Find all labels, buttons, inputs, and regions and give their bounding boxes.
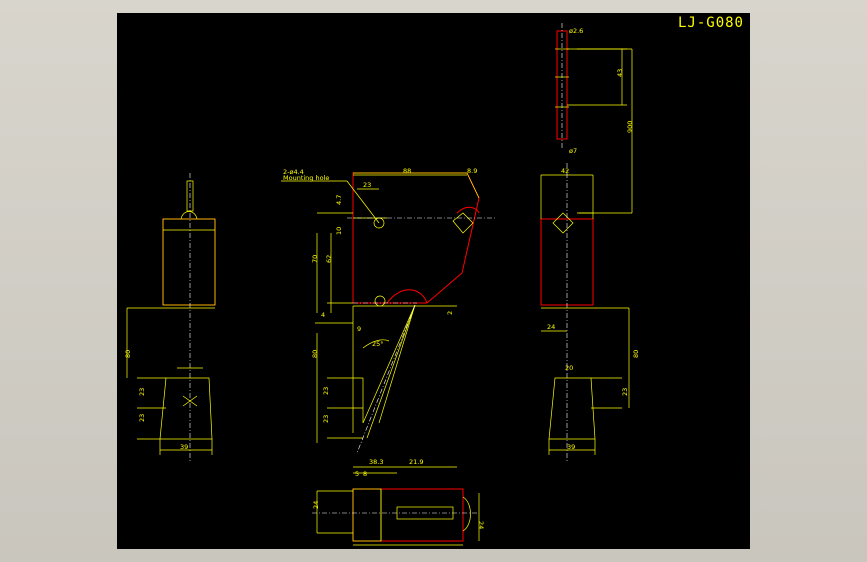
dim-80-mid: 80 [311, 350, 319, 358]
dim-2: 2 [446, 311, 454, 315]
dim-8: 8 [363, 470, 367, 478]
dim-39-left: 39 [180, 443, 188, 451]
dim-62: 62 [325, 255, 333, 263]
drawing-canvas[interactable]: LJ-G080 .r { stroke: #ff0000; stroke-wid… [117, 13, 750, 549]
dim-20-right: 20 [565, 364, 573, 372]
dim-23-mid1: 23 [322, 387, 330, 395]
dim-900: 900 [626, 121, 634, 133]
dim-5: 5 [355, 470, 359, 478]
dim-phi7: ø7 [569, 147, 577, 155]
dim-4: 4 [321, 311, 325, 319]
dim-70: 70 [311, 255, 319, 263]
dim-219: 21.9 [409, 458, 423, 466]
mounting-hole-bottom [374, 295, 386, 307]
dim-24-bottom: 24 [312, 501, 320, 509]
left-head [159, 377, 213, 440]
dim-39-right: 39 [567, 443, 575, 451]
dim-23-left2: 23 [138, 414, 146, 422]
dim-phi26: ø2.6 [569, 27, 583, 35]
dim-25: 25° [372, 340, 384, 348]
left-cable-gland [180, 211, 198, 220]
dim-43: 43 [616, 69, 624, 77]
dim-80-left: 80 [124, 350, 132, 358]
dim-23-mid2: 23 [322, 415, 330, 423]
dim-88: 88 [403, 167, 411, 175]
bottom-view: 38.3 21.9 5 8 24 24 [312, 458, 485, 546]
right-body [540, 218, 594, 306]
dim-42: 42 [561, 167, 569, 175]
mid-body [352, 172, 480, 304]
cad-drawing: .r { stroke: #ff0000; stroke-width: 1; f… [124, 23, 640, 546]
dim-10: 10 [335, 227, 343, 235]
dim-383: 38.3 [369, 458, 383, 466]
dim-24-bottom2: 24 [477, 521, 485, 529]
right-cable-gland [552, 212, 574, 234]
dim-47: 4.7 [335, 195, 343, 205]
mid-cable-gland [452, 212, 474, 234]
right-view: ø2.6 43 ø7 900 42 24 80 20 23 39 [540, 23, 640, 463]
dim-9: 9 [357, 325, 361, 333]
bottom-body [352, 488, 464, 542]
note-mounting: Mounting hole [283, 174, 329, 182]
right-head [548, 377, 596, 440]
left-view: 80 23 23 39 [124, 173, 216, 463]
left-body [162, 218, 216, 306]
left-body-outline [162, 218, 216, 306]
middle-view: 2-ø4.4 Mounting hole 88 8.9 23 4.7 10 62… [281, 167, 497, 454]
dim-24-right: 24 [547, 323, 555, 331]
dim-23-top: 23 [363, 181, 371, 189]
dim-80-right: 80 [632, 350, 640, 358]
dim-23-left1: 23 [138, 388, 146, 396]
dim-89: 8.9 [467, 167, 477, 175]
dim-23-right: 23 [621, 388, 629, 396]
